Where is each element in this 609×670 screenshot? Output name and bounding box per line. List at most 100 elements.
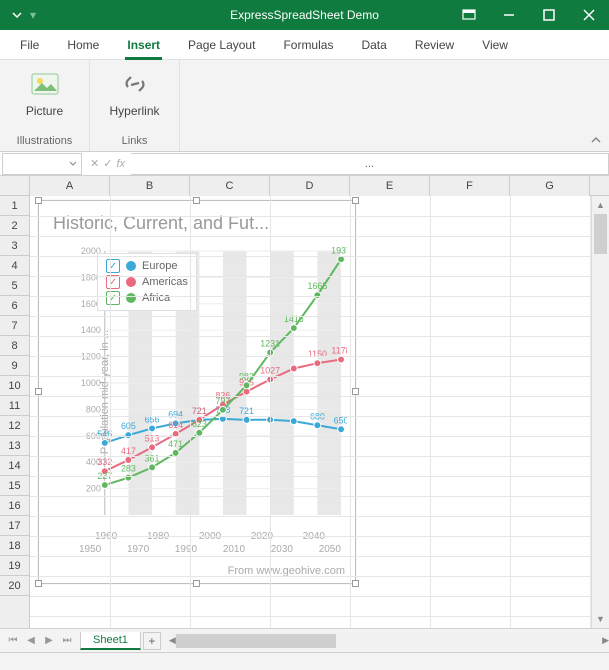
resize-handle-n[interactable] xyxy=(193,197,200,204)
row-header-7[interactable]: 7 xyxy=(0,316,29,336)
svg-text:797: 797 xyxy=(215,396,230,406)
tab-formulas[interactable]: Formulas xyxy=(269,30,347,60)
formula-ellipsis: ... xyxy=(365,158,374,170)
svg-text:1937: 1937 xyxy=(331,247,347,255)
insert-picture-button[interactable]: Picture xyxy=(10,64,80,118)
select-all-corner[interactable] xyxy=(0,176,30,195)
accept-formula-button[interactable]: ✓ xyxy=(103,157,112,170)
row-header-17[interactable]: 17 xyxy=(0,516,29,536)
svg-text:283: 283 xyxy=(121,464,136,474)
row-header-10[interactable]: 10 xyxy=(0,376,29,396)
legend-check-europe[interactable]: ✓ xyxy=(106,259,120,273)
sheet-nav-first[interactable]: ⏮ xyxy=(4,635,22,646)
close-button[interactable] xyxy=(569,0,609,30)
minimize-button[interactable] xyxy=(489,0,529,30)
chart-legend: ✓Europe ✓Americas ✓Africa xyxy=(97,253,197,311)
svg-text:614: 614 xyxy=(168,420,183,430)
formula-input[interactable]: ... xyxy=(131,153,609,175)
scroll-left-button[interactable]: ◀ xyxy=(169,632,176,650)
svg-text:721: 721 xyxy=(192,406,207,416)
svg-text:417: 417 xyxy=(121,446,136,456)
svg-text:471: 471 xyxy=(168,439,183,449)
resize-handle-s[interactable] xyxy=(193,580,200,587)
svg-text:1400: 1400 xyxy=(81,325,101,335)
embedded-chart[interactable]: Historic, Current, and Fut... Population… xyxy=(38,200,356,584)
sheet-nav-prev[interactable]: ◀ xyxy=(22,635,40,646)
svg-text:800: 800 xyxy=(86,404,101,414)
tab-review[interactable]: Review xyxy=(401,30,468,60)
xtick: 1990 xyxy=(175,544,197,555)
row-header-2[interactable]: 2 xyxy=(0,216,29,236)
vertical-scrollbar[interactable]: ▲ ▼ xyxy=(591,196,609,628)
maximize-button[interactable] xyxy=(529,0,569,30)
row-header-13[interactable]: 13 xyxy=(0,436,29,456)
svg-text:1000: 1000 xyxy=(81,378,101,388)
column-header-G[interactable]: G xyxy=(510,176,590,196)
row-header-6[interactable]: 6 xyxy=(0,296,29,316)
resize-handle-e[interactable] xyxy=(352,388,359,395)
name-box[interactable] xyxy=(2,153,82,175)
resize-handle-ne[interactable] xyxy=(352,197,359,204)
legend-check-africa[interactable]: ✓ xyxy=(106,291,120,305)
resize-handle-nw[interactable] xyxy=(35,197,42,204)
chevron-down-icon xyxy=(69,160,77,168)
row-header-11[interactable]: 11 xyxy=(0,396,29,416)
row-header-14[interactable]: 14 xyxy=(0,456,29,476)
resize-handle-se[interactable] xyxy=(352,580,359,587)
row-header-20[interactable]: 20 xyxy=(0,576,29,596)
qat-dropdown-icon[interactable] xyxy=(12,10,22,20)
tab-page-layout[interactable]: Page Layout xyxy=(174,30,269,60)
row-header-12[interactable]: 12 xyxy=(0,416,29,436)
column-header-A[interactable]: A xyxy=(30,176,110,196)
qat-separator: ▾ xyxy=(30,8,36,22)
row-header-1[interactable]: 1 xyxy=(0,196,29,216)
column-header-B[interactable]: B xyxy=(110,176,190,196)
resize-handle-sw[interactable] xyxy=(35,580,42,587)
cancel-formula-button[interactable]: ✕ xyxy=(90,157,99,170)
add-sheet-button[interactable]: + xyxy=(143,632,161,650)
row-header-3[interactable]: 3 xyxy=(0,236,29,256)
row-header-5[interactable]: 5 xyxy=(0,276,29,296)
ribbon-display-options[interactable] xyxy=(449,0,489,30)
row-header-4[interactable]: 4 xyxy=(0,256,29,276)
fx-label: fx xyxy=(116,158,125,170)
legend-check-americas[interactable]: ✓ xyxy=(106,275,120,289)
collapse-ribbon-button[interactable] xyxy=(587,131,605,149)
scroll-thumb-h[interactable] xyxy=(176,634,336,648)
sheet-tab-1[interactable]: Sheet1 xyxy=(80,632,141,650)
horizontal-scrollbar[interactable]: ◀ ▶ xyxy=(169,632,609,650)
insert-hyperlink-button[interactable]: Hyperlink xyxy=(100,64,170,118)
tab-file[interactable]: File xyxy=(6,30,53,60)
chart-title: Historic, Current, and Fut... xyxy=(39,201,355,238)
scroll-thumb-v[interactable] xyxy=(594,214,607,254)
tab-home[interactable]: Home xyxy=(53,30,113,60)
svg-text:721: 721 xyxy=(239,406,254,416)
scroll-up-button[interactable]: ▲ xyxy=(592,196,609,214)
xtick: 2030 xyxy=(271,544,293,555)
column-header-D[interactable]: D xyxy=(270,176,350,196)
svg-text:623: 623 xyxy=(192,419,207,429)
tab-view[interactable]: View xyxy=(468,30,522,60)
svg-text:1665: 1665 xyxy=(307,281,327,291)
column-header-E[interactable]: E xyxy=(350,176,430,196)
svg-text:605: 605 xyxy=(121,421,136,431)
row-header-8[interactable]: 8 xyxy=(0,336,29,356)
row-header-16[interactable]: 16 xyxy=(0,496,29,516)
resize-handle-w[interactable] xyxy=(35,388,42,395)
scroll-right-button[interactable]: ▶ xyxy=(602,632,609,650)
xtick: 2050 xyxy=(319,544,341,555)
column-header-C[interactable]: C xyxy=(190,176,270,196)
svg-text:361: 361 xyxy=(145,453,160,463)
sheet-nav-last[interactable]: ⏭ xyxy=(58,635,76,646)
tab-insert[interactable]: Insert xyxy=(113,30,174,60)
row-header-9[interactable]: 9 xyxy=(0,356,29,376)
scroll-down-button[interactable]: ▼ xyxy=(592,610,609,628)
tab-data[interactable]: Data xyxy=(347,30,400,60)
row-header-19[interactable]: 19 xyxy=(0,556,29,576)
hyperlink-label: Hyperlink xyxy=(109,104,159,118)
sheet-nav-next[interactable]: ▶ xyxy=(40,635,58,646)
group-illustrations-label: Illustrations xyxy=(17,135,73,149)
row-header-18[interactable]: 18 xyxy=(0,536,29,556)
row-header-15[interactable]: 15 xyxy=(0,476,29,496)
column-header-F[interactable]: F xyxy=(430,176,510,196)
